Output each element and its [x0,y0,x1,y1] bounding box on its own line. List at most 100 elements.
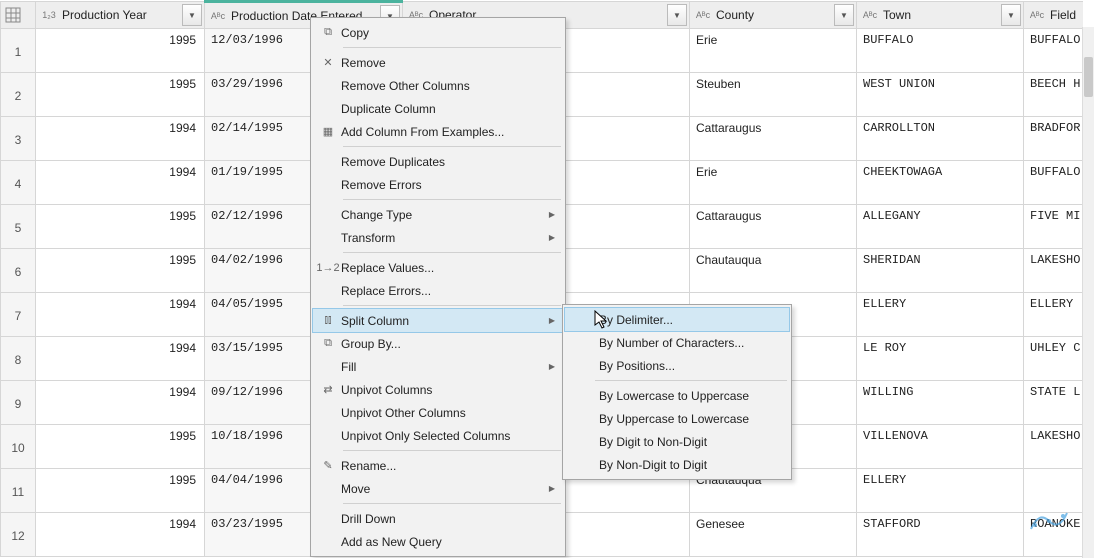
cell-field[interactable]: BUFFALO [1024,161,1084,205]
cell-production-year[interactable]: 1994 [36,381,205,425]
cell-field[interactable]: LAKESHO [1024,425,1084,469]
menu-item-change-type[interactable]: Change Type [313,203,563,226]
submenu-item-by-number-of-characters[interactable]: By Number of Characters... [565,331,789,354]
cell-county[interactable]: Erie [690,29,857,73]
menu-item-replace-errors[interactable]: Replace Errors... [313,279,563,302]
menu-item-unpivot-other-columns[interactable]: Unpivot Other Columns [313,401,563,424]
submenu-item-by-uppercase-to-lowercase[interactable]: By Uppercase to Lowercase [565,407,789,430]
cell-field[interactable] [1024,469,1084,513]
menu-item-remove-errors[interactable]: Remove Errors [313,173,563,196]
filter-dropdown-button[interactable]: ▼ [182,4,202,26]
column-header-town[interactable]: Aᴮc Town ▼ [857,2,1024,29]
row-number-cell[interactable]: 6 [1,249,36,293]
menu-label: Group By... [341,337,401,351]
submenu-item-by-digit-to-non-digit[interactable]: By Digit to Non-Digit [565,430,789,453]
submenu-item-by-delimiter[interactable]: By Delimiter... [565,308,789,331]
menu-item-duplicate-column[interactable]: Duplicate Column [313,97,563,120]
cell-town[interactable]: WILLING [857,381,1024,425]
cell-county[interactable]: Genesee [690,513,857,557]
cell-county[interactable]: Chautauqua [690,249,857,293]
row-number-cell[interactable]: 12 [1,513,36,557]
submenu-item-by-lowercase-to-uppercase[interactable]: By Lowercase to Uppercase [565,384,789,407]
cell-town[interactable]: CARROLLTON [857,117,1024,161]
row-number-cell[interactable]: 9 [1,381,36,425]
menu-item-rename[interactable]: ✎ Rename... [313,454,563,477]
column-header-county[interactable]: Aᴮc County ▼ [690,2,857,29]
submenu-item-by-positions[interactable]: By Positions... [565,354,789,377]
menu-item-remove-duplicates[interactable]: Remove Duplicates [313,150,563,173]
menu-item-split-column[interactable]: ⫾⫾ Split Column [313,309,563,332]
menu-item-add-column-from-examples[interactable]: ▦ Add Column From Examples... [313,120,563,143]
cell-town[interactable]: BUFFALO [857,29,1024,73]
cell-town[interactable]: SHERIDAN [857,249,1024,293]
cell-county[interactable]: Steuben [690,73,857,117]
column-header-production-year[interactable]: 1₂3 Production Year ▼ [36,2,205,29]
cell-field[interactable]: FIVE MI [1024,205,1084,249]
cell-town[interactable]: ELLERY [857,469,1024,513]
cell-town[interactable]: ELLERY [857,293,1024,337]
filter-dropdown-button[interactable]: ▼ [1001,4,1021,26]
menu-item-transform[interactable]: Transform [313,226,563,249]
cell-production-year[interactable]: 1994 [36,117,205,161]
cell-town[interactable]: LE ROY [857,337,1024,381]
row-number-cell[interactable]: 10 [1,425,36,469]
cell-field[interactable]: BRADFOR [1024,117,1084,161]
menu-item-copy[interactable]: ⧉ Copy [313,21,563,44]
cell-field[interactable]: BUFFALO [1024,29,1084,73]
menu-item-move[interactable]: Move [313,477,563,500]
row-number-cell[interactable]: 1 [1,29,36,73]
menu-separator [343,47,561,48]
cell-production-year[interactable]: 1994 [36,161,205,205]
cell-field[interactable]: ELLERY [1024,293,1084,337]
cell-production-year[interactable]: 1994 [36,513,205,557]
menu-item-add-as-new-query[interactable]: Add as New Query [313,530,563,553]
row-number-cell[interactable]: 8 [1,337,36,381]
cell-town[interactable]: ALLEGANY [857,205,1024,249]
scrollbar-thumb[interactable] [1084,57,1093,97]
cell-county[interactable]: Erie [690,161,857,205]
cell-production-year[interactable]: 1995 [36,205,205,249]
row-number-cell[interactable]: 2 [1,73,36,117]
column-header-rownum[interactable] [1,2,36,29]
menu-item-drill-down[interactable]: Drill Down [313,507,563,530]
cell-production-year[interactable]: 1994 [36,293,205,337]
row-number-cell[interactable]: 11 [1,469,36,513]
cell-town[interactable]: VILLENOVA [857,425,1024,469]
column-header-field[interactable]: Aᴮc Field [1024,2,1084,29]
cell-town[interactable]: CHEEKTOWAGA [857,161,1024,205]
cell-production-year[interactable]: 1995 [36,249,205,293]
row-number-cell[interactable]: 5 [1,205,36,249]
menu-label: By Number of Characters... [599,336,744,350]
cell-production-year[interactable]: 1995 [36,469,205,513]
cell-county[interactable]: Cattaraugus [690,205,857,249]
cell-field[interactable]: UHLEY C [1024,337,1084,381]
filter-dropdown-button[interactable]: ▼ [667,4,687,26]
text-type-icon: Aᴮc [861,6,879,24]
cell-field[interactable]: LAKESHO [1024,249,1084,293]
menu-label: Drill Down [341,512,396,526]
menu-item-unpivot-only-selected-columns[interactable]: Unpivot Only Selected Columns [313,424,563,447]
cell-field[interactable]: ROANOKE [1024,513,1084,557]
cell-production-year[interactable]: 1994 [36,337,205,381]
cell-county[interactable]: Cattaraugus [690,117,857,161]
vertical-scrollbar[interactable] [1082,27,1094,558]
menu-item-remove[interactable]: ✕ Remove [313,51,563,74]
menu-item-fill[interactable]: Fill [313,355,563,378]
cell-production-year[interactable]: 1995 [36,29,205,73]
cell-field[interactable]: STATE L [1024,381,1084,425]
menu-item-group-by[interactable]: ⧉ Group By... [313,332,563,355]
menu-label: By Lowercase to Uppercase [599,389,749,403]
cell-production-year[interactable]: 1995 [36,73,205,117]
cell-town[interactable]: STAFFORD [857,513,1024,557]
row-number-cell[interactable]: 3 [1,117,36,161]
menu-item-unpivot-columns[interactable]: ⇄ Unpivot Columns [313,378,563,401]
submenu-item-by-non-digit-to-digit[interactable]: By Non-Digit to Digit [565,453,789,476]
menu-item-replace-values[interactable]: 1→2 Replace Values... [313,256,563,279]
cell-production-year[interactable]: 1995 [36,425,205,469]
cell-town[interactable]: WEST UNION [857,73,1024,117]
row-number-cell[interactable]: 7 [1,293,36,337]
row-number-cell[interactable]: 4 [1,161,36,205]
menu-item-remove-other-columns[interactable]: Remove Other Columns [313,74,563,97]
filter-dropdown-button[interactable]: ▼ [834,4,854,26]
cell-field[interactable]: BEECH H [1024,73,1084,117]
